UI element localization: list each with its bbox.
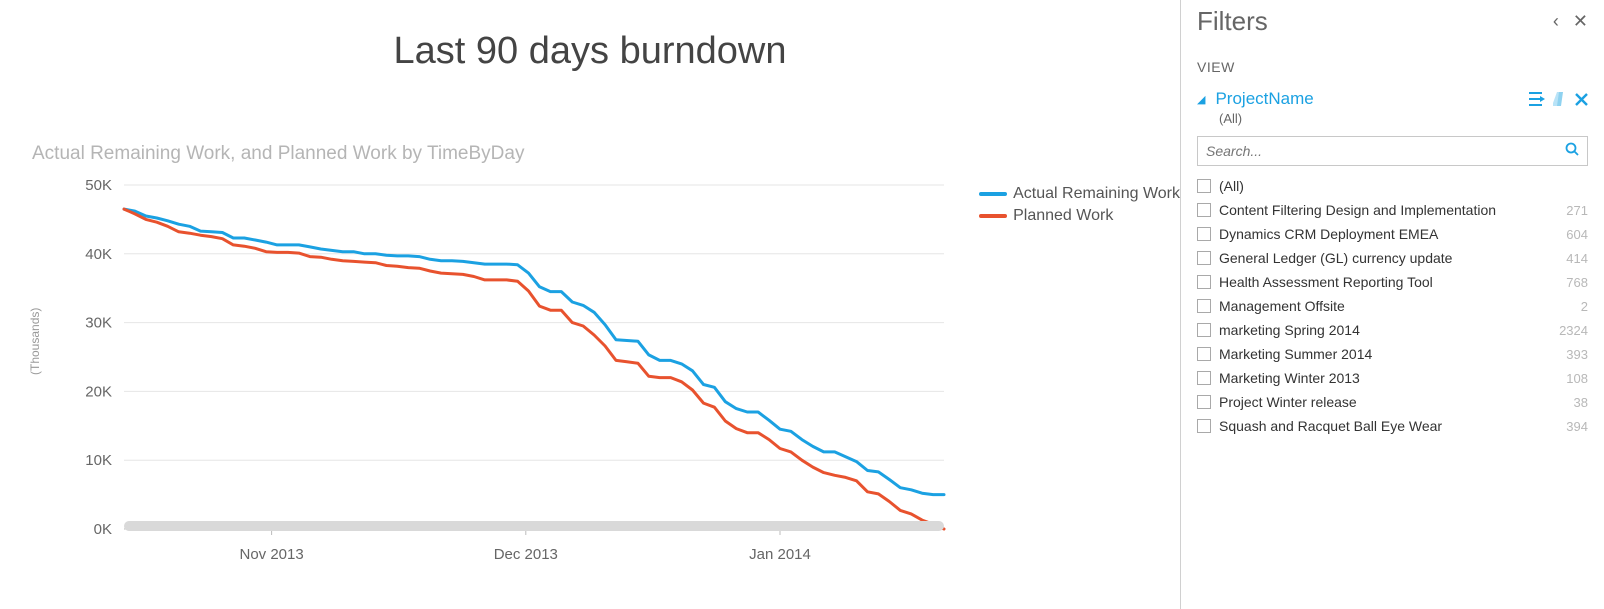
caret-down-icon: ◢ (1197, 93, 1205, 106)
x-tick-label: Nov 2013 (239, 546, 303, 563)
checkbox[interactable] (1197, 227, 1211, 241)
filter-option-label: Project Winter release (1219, 394, 1357, 410)
checkbox[interactable] (1197, 179, 1211, 193)
filter-field-name: ProjectName (1215, 89, 1313, 109)
filter-option-count: 768 (1566, 275, 1588, 290)
legend-label-planned: Planned Work (1013, 207, 1113, 225)
chart-subtitle: Actual Remaining Work, and Planned Work … (32, 143, 1150, 165)
y-tick-label: 20K (85, 383, 112, 400)
filters-title: Filters (1197, 6, 1268, 37)
collapse-icon[interactable]: ‹ (1553, 11, 1559, 32)
filter-field-summary: (All) (1219, 111, 1588, 126)
filter-option-label: Content Filtering Design and Implementat… (1219, 202, 1496, 218)
filter-option[interactable]: Management Offsite 2 (1197, 294, 1588, 318)
filter-option[interactable]: Marketing Summer 2014 393 (1197, 342, 1588, 366)
checkbox[interactable] (1197, 371, 1211, 385)
filter-option-label: Management Offsite (1219, 298, 1345, 314)
chart-pane: Last 90 days burndown Actual Remaining W… (0, 0, 1180, 609)
filter-option[interactable]: Health Assessment Reporting Tool 768 (1197, 270, 1588, 294)
view-section-label: VIEW (1197, 59, 1588, 75)
filter-option-list: (All) Content Filtering Design and Implem… (1197, 174, 1588, 438)
clear-filter-icon[interactable] (1553, 92, 1567, 106)
filter-option-label: Marketing Summer 2014 (1219, 346, 1372, 362)
filter-option-label: marketing Spring 2014 (1219, 322, 1360, 338)
filter-option[interactable]: Dynamics CRM Deployment EMEA 604 (1197, 222, 1588, 246)
legend-label-actual: Actual Remaining Work (1013, 185, 1180, 203)
y-tick-label: 30K (85, 315, 112, 332)
filter-option[interactable]: Content Filtering Design and Implementat… (1197, 198, 1588, 222)
filter-option-label: Health Assessment Reporting Tool (1219, 274, 1433, 290)
filter-option[interactable]: marketing Spring 2014 2324 (1197, 318, 1588, 342)
legend-swatch-planned (979, 214, 1007, 218)
filter-option-label: (All) (1219, 178, 1244, 194)
filter-option-count: 394 (1566, 419, 1588, 434)
y-tick-label: 10K (85, 452, 112, 469)
close-icon[interactable]: ✕ (1573, 11, 1588, 32)
filter-option-count: 108 (1566, 371, 1588, 386)
checkbox[interactable] (1197, 299, 1211, 313)
checkbox[interactable] (1197, 323, 1211, 337)
y-tick-label: 50K (85, 177, 112, 194)
checkbox[interactable] (1197, 203, 1211, 217)
filter-option-label: Squash and Racquet Ball Eye Wear (1219, 418, 1442, 434)
legend-swatch-actual (979, 192, 1007, 196)
x-tick-label: Jan 2014 (749, 546, 811, 563)
checkbox[interactable] (1197, 395, 1211, 409)
filters-header: Filters ‹ ✕ (1197, 6, 1588, 37)
filter-option-count: 414 (1566, 251, 1588, 266)
filter-option-count: 604 (1566, 227, 1588, 242)
series-line[interactable] (124, 209, 944, 529)
legend: Actual Remaining Work Planned Work (979, 185, 1180, 229)
chart-svg: 50K 40K 30K 20K 10K 0K Nov 2013 Dec 2013 Jan 201… (30, 175, 950, 575)
checkbox[interactable] (1197, 419, 1211, 433)
filter-option-count: 2324 (1559, 323, 1588, 338)
filter-option[interactable]: Project Winter release 38 (1197, 390, 1588, 414)
filter-option[interactable]: Squash and Racquet Ball Eye Wear 394 (1197, 414, 1588, 438)
filters-panel: Filters ‹ ✕ VIEW ◢ ProjectName (1180, 0, 1604, 609)
filter-option-label: Dynamics CRM Deployment EMEA (1219, 226, 1438, 242)
chart-title: Last 90 days burndown (30, 30, 1150, 73)
x-scrollbar[interactable] (124, 521, 944, 531)
remove-filter-icon[interactable] (1575, 93, 1588, 106)
filter-option-count: 2 (1581, 299, 1588, 314)
filter-field-name-wrap: ◢ ProjectName (1197, 89, 1314, 109)
y-tick-label: 40K (85, 246, 112, 263)
filter-search-box[interactable] (1197, 136, 1588, 166)
filter-option-count: 38 (1574, 395, 1588, 410)
checkbox[interactable] (1197, 251, 1211, 265)
expand-filter-icon[interactable] (1529, 92, 1545, 106)
checkbox[interactable] (1197, 347, 1211, 361)
filter-option-count: 271 (1566, 203, 1588, 218)
filter-option[interactable]: Marketing Winter 2013 108 (1197, 366, 1588, 390)
filter-field-actions (1529, 92, 1588, 106)
app-root: Last 90 days burndown Actual Remaining W… (0, 0, 1604, 609)
search-icon[interactable] (1565, 142, 1579, 160)
filter-option-count: 393 (1566, 347, 1588, 362)
x-tick-label: Dec 2013 (494, 546, 558, 563)
filter-option-label: Marketing Winter 2013 (1219, 370, 1360, 386)
filter-option-label: General Ledger (GL) currency update (1219, 250, 1452, 266)
filters-header-controls: ‹ ✕ (1553, 11, 1588, 32)
legend-item-planned[interactable]: Planned Work (979, 207, 1180, 225)
legend-item-actual[interactable]: Actual Remaining Work (979, 185, 1180, 203)
series-line[interactable] (124, 209, 944, 495)
checkbox[interactable] (1197, 275, 1211, 289)
filter-field-block: ◢ ProjectName (All) (1197, 89, 1588, 438)
filter-field-header[interactable]: ◢ ProjectName (1197, 89, 1588, 109)
filter-option[interactable]: General Ledger (GL) currency update 414 (1197, 246, 1588, 270)
y-tick-label: 0K (94, 521, 112, 538)
filter-option[interactable]: (All) (1197, 174, 1588, 198)
y-axis-label: (Thousands) (28, 308, 42, 375)
plot-area: (Thousands) 50K 40K 30K 20K 10K 0K Nov 2013 Dec… (30, 175, 1150, 575)
filter-search-input[interactable] (1206, 143, 1565, 159)
